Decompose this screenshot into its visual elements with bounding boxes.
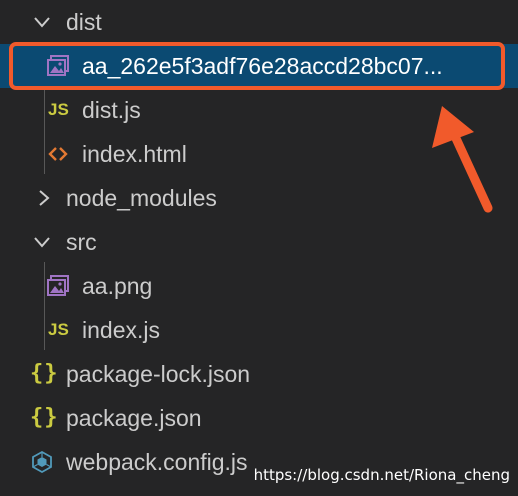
chevron-down-icon: [34, 17, 50, 28]
tree-item-label: index.js: [82, 317, 160, 343]
tree-item-src-folder[interactable]: src: [0, 220, 518, 264]
chevron-down-icon: [34, 237, 50, 248]
json-file-icon: {}: [30, 361, 59, 386]
watermark-text: https://blog.csdn.net/Riona_cheng: [253, 466, 510, 484]
tree-item-dist-folder[interactable]: dist: [0, 0, 518, 44]
tree-item-package-lock-json[interactable]: {} package-lock.json: [0, 352, 518, 396]
tree-item-label: package-lock.json: [66, 361, 251, 387]
tree-item-label: webpack.config.js: [66, 449, 248, 475]
tree-item-label: src: [66, 229, 97, 255]
image-file-icon: [47, 275, 69, 296]
tree-item-aa-png[interactable]: aa.png: [0, 264, 518, 308]
tree-item-package-json[interactable]: {} package.json: [0, 396, 518, 440]
javascript-file-icon: JS: [48, 100, 69, 119]
html-file-icon: [48, 147, 68, 161]
tree-item-label: dist.js: [82, 97, 141, 123]
annotation-highlight-box: [9, 42, 505, 90]
json-file-icon: {}: [30, 405, 59, 430]
annotation-arrow-icon: [432, 106, 493, 213]
tree-item-label: node_modules: [66, 185, 217, 211]
tree-item-index-js[interactable]: JS index.js: [0, 308, 518, 352]
javascript-file-icon: JS: [48, 320, 69, 339]
webpack-cube-icon: [32, 450, 52, 474]
tree-item-label: dist: [66, 9, 102, 35]
tree-item-label: aa.png: [82, 273, 153, 299]
tree-item-label: index.html: [82, 141, 187, 167]
chevron-right-icon: [39, 190, 50, 206]
tree-item-label: package.json: [66, 405, 202, 431]
